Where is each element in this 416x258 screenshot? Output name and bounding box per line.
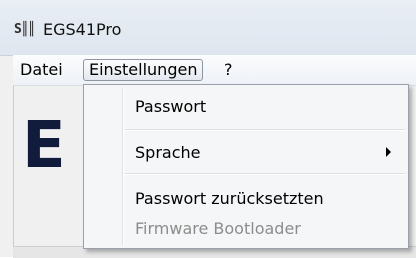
- menu-item-passwort-zuruecksetzen[interactable]: Passwort zurücksetzten: [135, 189, 324, 208]
- menu-item-firmware-bootloader: Firmware Bootloader: [135, 219, 301, 238]
- menu-item-sprache[interactable]: Sprache: [135, 143, 200, 162]
- big-letter-text: E: [22, 109, 66, 183]
- menu-separator: [125, 129, 405, 131]
- app-logo-icon: S║║: [14, 22, 36, 37]
- app-window: S║║ EGS41Pro Datei Einstellungen ? E Pas…: [0, 0, 416, 258]
- einstellungen-dropdown-menu: Passwort Sprache Passwort zurücksetzten …: [83, 84, 409, 249]
- submenu-arrow-icon: [386, 147, 391, 157]
- title-bar: S║║ EGS41Pro: [0, 0, 416, 56]
- menu-icon-gutter: [122, 87, 124, 246]
- menu-item-passwort[interactable]: Passwort: [135, 97, 206, 116]
- menu-separator: [125, 173, 405, 175]
- window-title: EGS41Pro: [43, 20, 122, 39]
- menu-help[interactable]: ?: [219, 59, 238, 81]
- menu-datei[interactable]: Datei: [15, 59, 68, 81]
- menu-bar: Datei Einstellungen ?: [13, 55, 416, 86]
- menu-einstellungen[interactable]: Einstellungen: [83, 59, 204, 81]
